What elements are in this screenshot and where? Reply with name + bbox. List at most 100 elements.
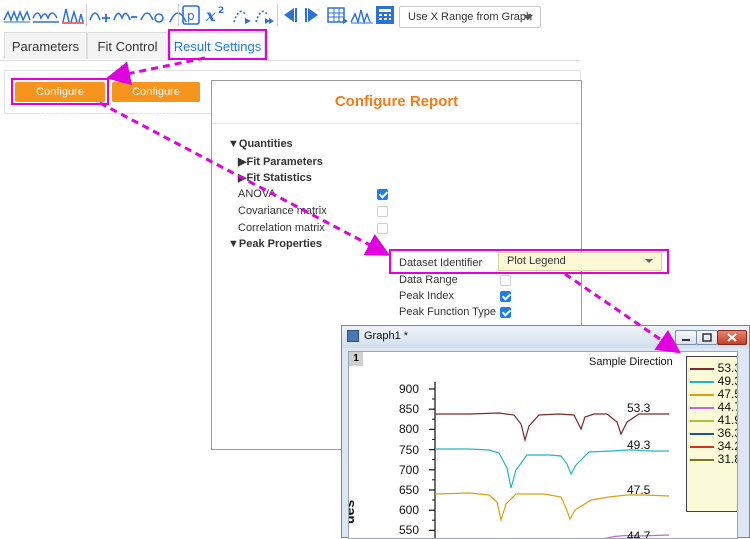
graph-window-title: Graph1 * bbox=[364, 330, 409, 342]
fit-all-until-converge-icon[interactable] bbox=[253, 3, 275, 27]
legend-label: 47.5 bbox=[717, 387, 737, 401]
legend-swatch bbox=[690, 420, 714, 422]
tree-node-quantities[interactable]: ▼Quantities bbox=[228, 138, 293, 150]
toolbar: p x2 Use X Range from Graph bbox=[0, 0, 560, 30]
y-axis-label: ues bbox=[348, 499, 357, 524]
chevron-down-icon bbox=[523, 15, 533, 20]
legend-swatch bbox=[690, 446, 714, 448]
legend-item: 44.7 bbox=[687, 400, 737, 414]
legend-label: 36.3 bbox=[717, 426, 737, 440]
legend-label: 31.8 bbox=[717, 452, 737, 466]
anova-label: ANOVA bbox=[238, 188, 276, 200]
legend-swatch bbox=[690, 368, 714, 370]
legend-item: 34.2 bbox=[687, 439, 737, 453]
curve-53-3 bbox=[435, 412, 669, 443]
legend-swatch bbox=[690, 433, 714, 435]
legend-label: 44.7 bbox=[717, 400, 737, 414]
tree-node-peak-properties[interactable]: ▼Peak Properties bbox=[228, 238, 322, 250]
tree-node-fit-parameters[interactable]: ▶Fit Parameters bbox=[238, 155, 323, 168]
legend-item: 31.8 bbox=[687, 452, 737, 466]
tree-label: Peak Properties bbox=[238, 238, 323, 250]
legend-swatch bbox=[690, 459, 714, 461]
button-label: Configure Graph... bbox=[132, 86, 180, 118]
tab-highlight-box bbox=[168, 29, 267, 60]
tree-label: Quantities bbox=[238, 138, 293, 150]
legend-item: 47.5 bbox=[687, 387, 737, 401]
legend-label: 53.3 bbox=[717, 361, 737, 375]
graph-window-icon bbox=[347, 330, 359, 342]
covariance-matrix-label: Covariance matrix bbox=[238, 205, 327, 217]
multi-peak-icon[interactable] bbox=[3, 3, 31, 27]
maximize-icon[interactable] bbox=[696, 330, 718, 345]
y-tick-label: 700 bbox=[399, 463, 420, 477]
peak-function-type-label: Peak Function Type bbox=[399, 306, 497, 318]
dataset-identifier-highlight-box bbox=[389, 249, 669, 274]
tree-label: Fit Statistics bbox=[246, 172, 312, 184]
peak-index-label: Peak Index bbox=[399, 290, 455, 302]
calculator-icon[interactable] bbox=[375, 3, 395, 27]
close-icon[interactable] bbox=[717, 330, 747, 345]
next-iteration-icon[interactable] bbox=[303, 3, 321, 27]
add-peak-icon[interactable] bbox=[88, 3, 112, 27]
peak-index-checkbox[interactable] bbox=[500, 291, 511, 302]
correlation-matrix-checkbox[interactable] bbox=[377, 223, 388, 234]
chi-square-icon[interactable]: x2 bbox=[205, 3, 229, 27]
single-peak-icon[interactable] bbox=[139, 3, 167, 27]
legend-item: 41.9 bbox=[687, 413, 737, 427]
y-tick-label: 550 bbox=[399, 523, 420, 537]
tab-fit-control[interactable]: Fit Control bbox=[87, 32, 168, 59]
legend-item: 49.3 bbox=[687, 374, 737, 388]
legend-label: 49.3 bbox=[717, 374, 737, 388]
tab-label: Fit Control bbox=[97, 39, 158, 54]
y-tick-label: 650 bbox=[399, 483, 420, 497]
curve-47-5 bbox=[434, 492, 670, 523]
tab-parameters[interactable]: Parameters bbox=[4, 32, 87, 59]
legend-label: 41.9 bbox=[717, 413, 737, 427]
curve-label: 49.3 bbox=[627, 438, 651, 452]
x-range-select[interactable]: Use X Range from Graph bbox=[399, 6, 541, 28]
y-tick-label: 900 bbox=[399, 382, 420, 396]
legend-item: 53.3 bbox=[687, 361, 737, 375]
graph-legend[interactable]: 53.3 49.3 47.5 44.7 41.9 36.3 34.2 31.8 bbox=[686, 356, 737, 512]
anova-checkbox[interactable] bbox=[377, 189, 388, 200]
tree-node-fit-statistics[interactable]: ▶Fit Statistics bbox=[238, 171, 312, 184]
legend-item: 36.3 bbox=[687, 426, 737, 440]
correlation-matrix-label: Correlation matrix bbox=[238, 222, 325, 234]
y-tick-label: 850 bbox=[399, 402, 420, 416]
svg-text:p: p bbox=[187, 9, 195, 23]
legend-swatch bbox=[690, 407, 714, 409]
graph-titlebar[interactable]: Graph1 * bbox=[342, 326, 749, 348]
configure-report-highlight-box bbox=[11, 78, 109, 105]
graph-canvas[interactable]: 1 Sample Direction 900 850 800 750 700 6… bbox=[348, 351, 738, 539]
tab-bar: Parameters Fit Control Result Settings bbox=[0, 30, 580, 61]
legend-swatch bbox=[690, 394, 714, 396]
y-tick-label: 750 bbox=[399, 443, 420, 457]
curve-label: 53.3 bbox=[627, 401, 651, 415]
dialog-title: Configure Report bbox=[212, 81, 581, 124]
graph-window: Graph1 * 1 Sample Direction 900 850 800 … bbox=[341, 325, 750, 539]
legend-label: 34.2 bbox=[717, 439, 737, 453]
baseline-icon[interactable] bbox=[32, 3, 60, 27]
configure-graph-button[interactable]: Configure Graph... bbox=[112, 82, 200, 118]
svg-text:x: x bbox=[205, 6, 216, 25]
fit-all-icon[interactable] bbox=[231, 3, 253, 27]
covariance-matrix-checkbox[interactable] bbox=[377, 206, 388, 217]
svg-text:2: 2 bbox=[218, 6, 224, 16]
data-range-label: Data Range bbox=[399, 274, 458, 286]
curve-label: 47.5 bbox=[627, 483, 651, 497]
tab-label: Parameters bbox=[11, 39, 80, 54]
peak-find-icon[interactable] bbox=[61, 3, 85, 27]
fit-table-icon[interactable] bbox=[326, 3, 350, 27]
prev-iteration-icon[interactable] bbox=[281, 3, 299, 27]
minimize-icon[interactable] bbox=[675, 330, 697, 345]
fit-until-converge-icon[interactable]: p bbox=[181, 3, 203, 27]
peak-function-type-checkbox[interactable] bbox=[500, 307, 511, 318]
y-tick-label: 600 bbox=[399, 503, 420, 517]
x-range-value: Use X Range from Graph bbox=[408, 11, 533, 23]
y-tick-label: 800 bbox=[399, 422, 420, 436]
fit-result-icon[interactable] bbox=[350, 3, 374, 27]
remove-peak-icon[interactable] bbox=[112, 3, 138, 27]
data-range-checkbox[interactable] bbox=[500, 275, 511, 286]
legend-swatch bbox=[690, 381, 714, 383]
tree-label: Fit Parameters bbox=[246, 156, 323, 168]
